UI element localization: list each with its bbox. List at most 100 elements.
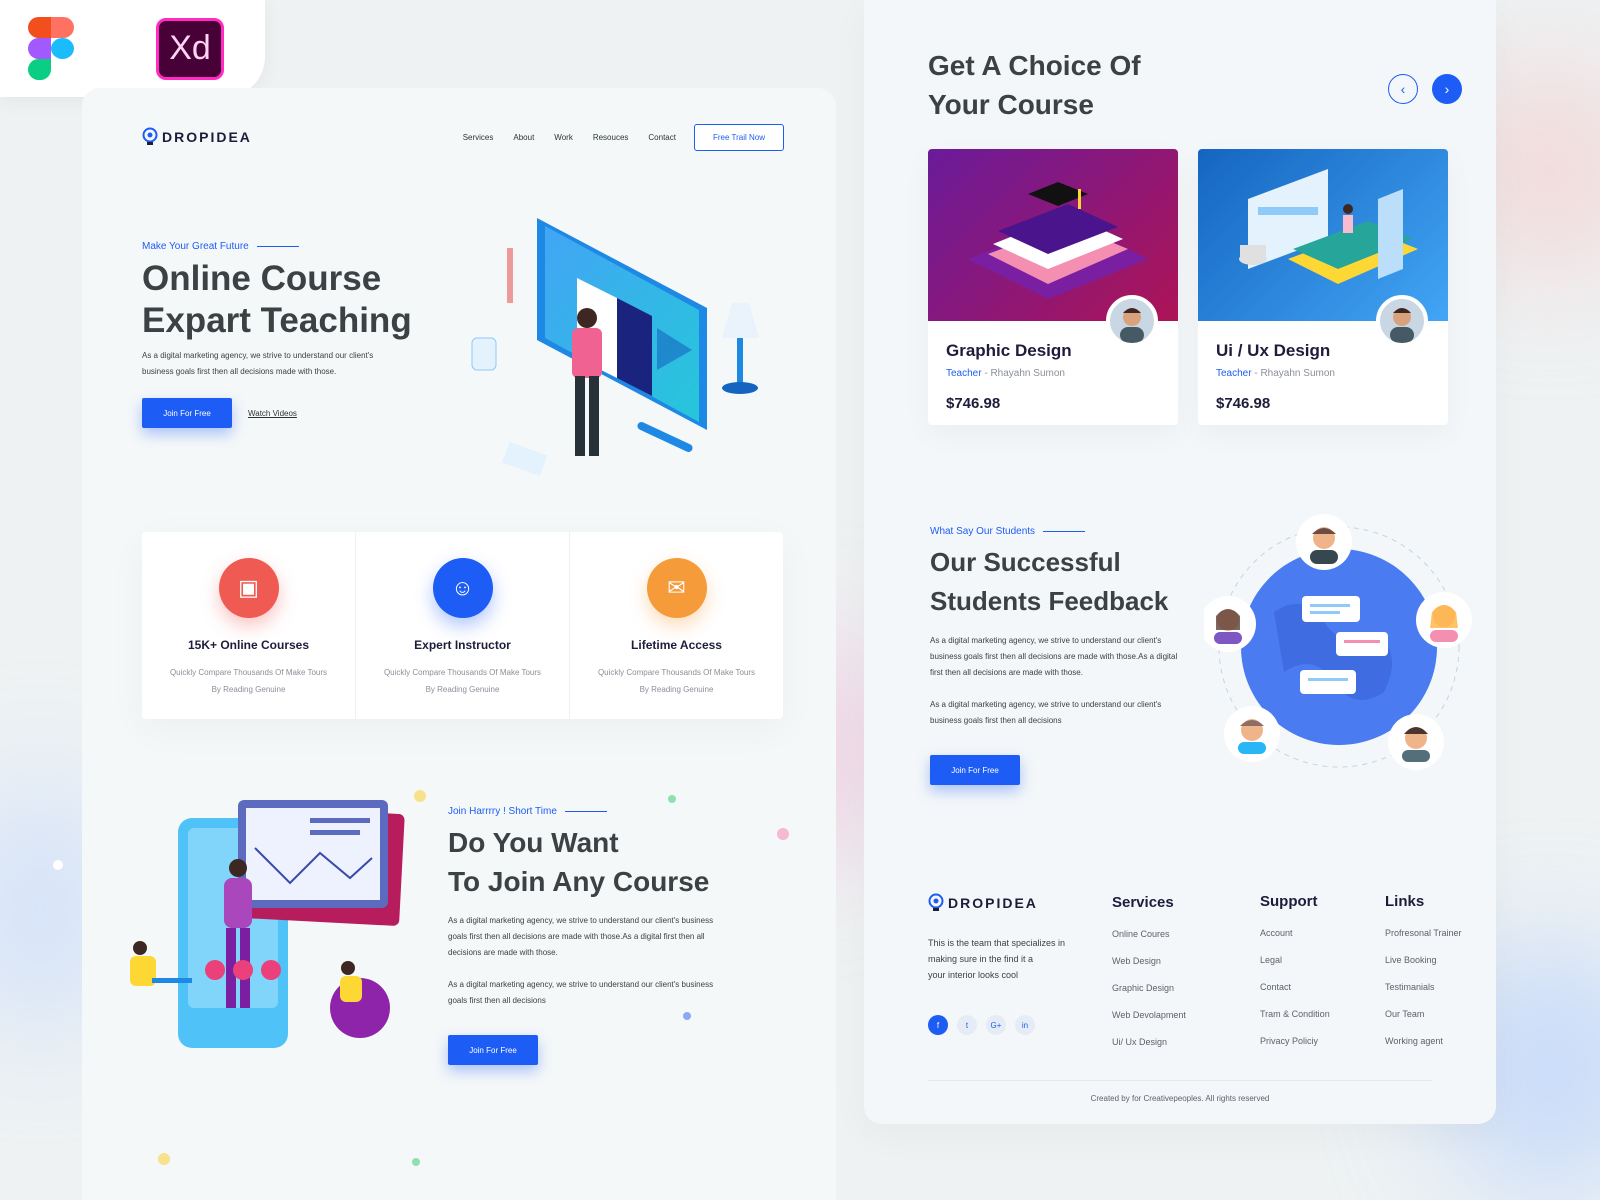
footer-link[interactable]: Online Coures xyxy=(1112,921,1186,948)
chevron-left-icon: ‹ xyxy=(1400,81,1406,97)
hero-desc-line1: As a digital marketing agency, we strive… xyxy=(142,351,374,360)
books-illustration xyxy=(968,182,1148,299)
carousel-prev-button[interactable]: ‹ xyxy=(1388,74,1418,104)
logo-text: DROPIDEA xyxy=(948,895,1038,911)
teacher-avatar xyxy=(1106,295,1158,347)
course-card[interactable]: Graphic Design Teacher - Rhayahn Sumon $… xyxy=(928,149,1178,425)
globe-illustration xyxy=(1204,514,1472,770)
course-price: $746.98 xyxy=(946,395,1001,412)
course-price: $746.98 xyxy=(1216,395,1271,412)
logo[interactable]: DROPIDEA xyxy=(142,127,252,147)
linkedin-icon[interactable]: in xyxy=(1015,1015,1035,1035)
join-p1-line2: goals first then all decisions are made … xyxy=(448,932,705,941)
study-illustration xyxy=(1239,169,1418,284)
footer-link[interactable]: Our Team xyxy=(1385,1001,1462,1028)
footer-link[interactable]: Live Booking xyxy=(1385,947,1462,974)
feature-title: Expert Instructor xyxy=(414,638,511,652)
course-teacher: Teacher - Rhayahn Sumon xyxy=(1216,368,1335,379)
footer-link[interactable]: Working agent xyxy=(1385,1028,1462,1055)
footer-link[interactable]: Web Design xyxy=(1112,948,1186,975)
carousel-next-button[interactable]: › xyxy=(1432,74,1462,104)
join-for-free-button[interactable]: Join For Free xyxy=(930,755,1020,785)
footer-link[interactable]: Ui/ Ux Design xyxy=(1112,1029,1186,1056)
watch-videos-link[interactable]: Watch Videos xyxy=(248,409,297,418)
decor-dot xyxy=(777,828,789,840)
bulb-icon xyxy=(142,127,158,145)
twitter-icon[interactable]: t xyxy=(957,1015,977,1035)
student-avatar xyxy=(1416,592,1472,648)
join-for-free-button[interactable]: Join For Free xyxy=(142,398,232,428)
join-for-free-button[interactable]: Join For Free xyxy=(448,1035,538,1065)
hero-eyebrow: Make Your Great Future xyxy=(142,241,412,252)
free-trial-button[interactable]: Free Trail Now xyxy=(693,123,784,151)
hero-title-line1: Online Course xyxy=(142,259,382,298)
footer-heading: Services xyxy=(1112,894,1174,911)
feedback-title-line2: Students Feedback xyxy=(930,586,1169,616)
nav-link-resources[interactable]: Resouces xyxy=(593,133,629,142)
student-avatar xyxy=(1224,706,1280,762)
join-p1-line3: decisions are made with those. xyxy=(448,948,558,957)
footer-link[interactable]: Tram & Condition xyxy=(1260,1001,1330,1028)
decor-dot xyxy=(158,1153,170,1165)
feedback-p1-line1: As a digital marketing agency, we strive… xyxy=(930,636,1162,645)
footer-services: Services Online Coures Web Design Graphi… xyxy=(1112,894,1186,1056)
adobe-xd-icon: Xd xyxy=(156,17,224,80)
feedback-section: What Say Our Students Our Successful Stu… xyxy=(930,526,1177,785)
presentation-icon: ▣ xyxy=(218,558,279,618)
footer-link[interactable]: Privacy Policiy xyxy=(1260,1028,1330,1055)
facebook-icon[interactable]: f xyxy=(928,1015,948,1035)
feature-desc: Quickly Compare Thousands Of Make Tours … xyxy=(597,668,756,694)
decor-dot xyxy=(683,1012,691,1020)
footer-support: Support Account Legal Contact Tram & Con… xyxy=(1260,893,1330,1055)
feature-desc: Quickly Compare Thousands Of Make Tours … xyxy=(383,668,542,694)
footer-link[interactable]: Testimanials xyxy=(1385,974,1462,1001)
features-panel: ▣ 15K+ Online Courses Quickly Compare Th… xyxy=(142,532,783,719)
hero-desc-line2: business goals first then all decisions … xyxy=(142,367,337,376)
join-title-line2: To Join Any Course xyxy=(448,866,710,897)
course-image xyxy=(1198,149,1448,321)
nav-link-work[interactable]: Work xyxy=(554,133,573,142)
footer-link[interactable]: Profresonal Trainer xyxy=(1385,920,1462,947)
feedback-eyebrow: What Say Our Students xyxy=(930,526,1177,537)
courses-title-line2: Your Course xyxy=(928,89,1094,120)
footer-link[interactable]: Web Devolapment xyxy=(1112,1002,1186,1029)
hero-text: Make Your Great Future Online Course Exp… xyxy=(142,241,412,428)
join-eyebrow: Join Harrrry ! Short Time xyxy=(448,806,713,817)
join-illustration xyxy=(130,800,405,1048)
feedback-p2-line2: business goals first then all decisions xyxy=(930,716,1062,725)
footer-link[interactable]: Account xyxy=(1260,920,1330,947)
top-nav: DROPIDEA Services About Work Resouces Co… xyxy=(142,122,784,152)
join-title-line1: Do You Want xyxy=(448,827,619,858)
footer-divider xyxy=(928,1080,1432,1081)
footer-logo[interactable]: DROPIDEA xyxy=(928,893,1088,913)
decor-dot xyxy=(412,1158,420,1166)
landing-page-left: DROPIDEA Services About Work Resouces Co… xyxy=(82,88,836,1200)
feedback-p2-line1: As a digital marketing agency, we strive… xyxy=(930,700,1162,709)
figma-icon xyxy=(28,16,74,81)
footer-about-line3: your interior looks cool xyxy=(928,970,1019,980)
feedback-p1-line2: business goals first then all decisions … xyxy=(930,652,1178,661)
chat-lock-icon: ✉ xyxy=(646,558,707,618)
chevron-right-icon: › xyxy=(1444,81,1450,97)
nav-link-contact[interactable]: Contact xyxy=(648,133,676,142)
nav-link-about[interactable]: About xyxy=(513,133,534,142)
student-avatar xyxy=(1296,514,1352,570)
footer-link[interactable]: Graphic Design xyxy=(1112,975,1186,1002)
decor-dot xyxy=(414,790,426,802)
join-p2-line1: As a digital marketing agency, we strive… xyxy=(448,980,714,989)
course-teacher: Teacher - Rhayahn Sumon xyxy=(946,368,1065,379)
footer-heading: Support xyxy=(1260,893,1318,910)
hero-title-line2: Expart Teaching xyxy=(142,301,412,340)
footer-link[interactable]: Contact xyxy=(1260,974,1330,1001)
footer-about: DROPIDEA This is the team that specializ… xyxy=(928,893,1088,1035)
footer-links: Links Profresonal Trainer Live Booking T… xyxy=(1385,893,1462,1055)
google-plus-icon[interactable]: G+ xyxy=(986,1015,1006,1035)
courses-title-line1: Get A Choice Of xyxy=(928,50,1141,81)
social-links: f t G+ in xyxy=(928,1015,1088,1035)
nav-link-services[interactable]: Services xyxy=(463,133,494,142)
footer-link[interactable]: Legal xyxy=(1260,947,1330,974)
feedback-title-line1: Our Successful xyxy=(930,547,1121,577)
course-card[interactable]: Ui / Ux Design Teacher - Rhayahn Sumon $… xyxy=(1198,149,1448,425)
bulb-icon xyxy=(928,893,944,911)
footer-about-line2: making sure in the find it a xyxy=(928,954,1034,964)
